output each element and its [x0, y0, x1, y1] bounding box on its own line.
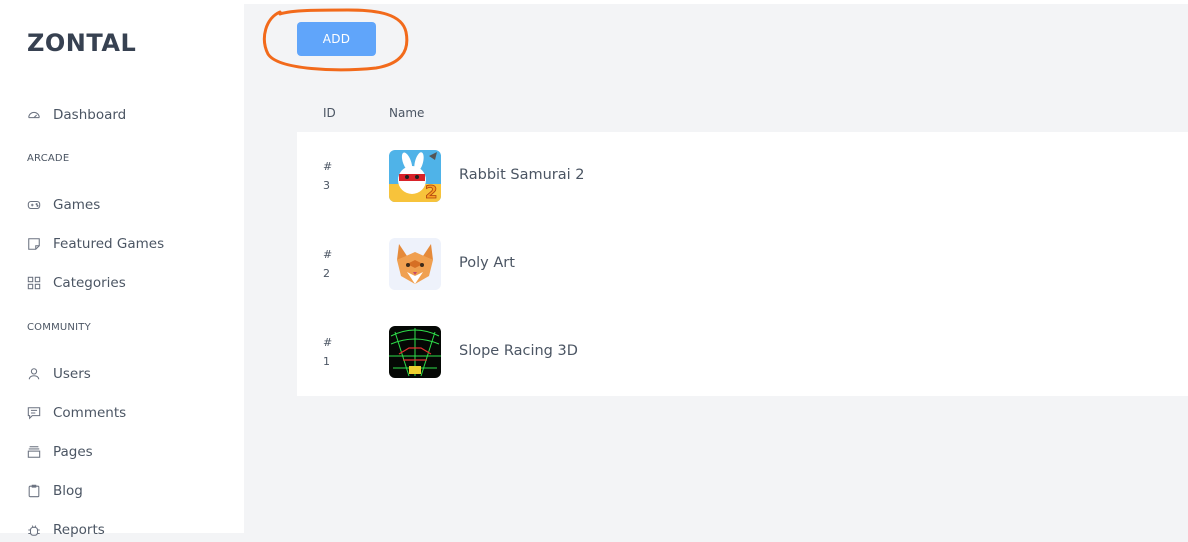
section-heading-arcade: ARCADE	[27, 153, 70, 164]
table-row[interactable]: # 2 Poly Art	[297, 220, 1188, 308]
poly-art-cat-thumbnail[interactable]	[389, 238, 441, 290]
game-name[interactable]: Poly Art	[459, 255, 515, 271]
row-id: 2	[323, 267, 330, 280]
column-header-name[interactable]: Name	[389, 106, 424, 120]
gamepad-icon	[27, 198, 41, 212]
sidebar-item-users[interactable]: Users	[27, 362, 91, 386]
svg-text:2: 2	[425, 182, 438, 202]
sidebar-item-label: Reports	[53, 522, 105, 538]
grid-icon	[27, 276, 41, 290]
sidebar-item-label: Featured Games	[53, 236, 165, 252]
sidebar-item-games[interactable]: Games	[27, 193, 100, 217]
bug-icon	[27, 523, 41, 537]
section-heading-community: COMMUNITY	[27, 322, 91, 333]
sidebar-item-label: Pages	[53, 444, 93, 460]
comment-icon	[27, 406, 41, 420]
sidebar-item-reports[interactable]: Reports	[27, 518, 105, 542]
table-row[interactable]: # 3 2 Rabbit Samurai 2	[297, 132, 1188, 220]
sidebar-item-label: Blog	[53, 483, 83, 499]
games-table: # 3 2 Rabbit Samurai 2 # 2 Poly Art # 1 …	[297, 132, 1188, 396]
sidebar-item-label: Comments	[53, 405, 127, 421]
game-name[interactable]: Rabbit Samurai 2	[459, 167, 585, 183]
row-id-prefix: #	[323, 336, 333, 349]
game-name[interactable]: Slope Racing 3D	[459, 343, 578, 359]
dashboard-icon	[27, 108, 41, 122]
rabbit-samurai-thumbnail[interactable]: 2	[389, 150, 441, 202]
row-id: 1	[323, 355, 330, 368]
sticky-note-icon	[27, 237, 41, 251]
sidebar-item-blog[interactable]: Blog	[27, 479, 83, 503]
sidebar-item-featured-games[interactable]: Featured Games	[27, 232, 164, 256]
slope-racing-thumbnail[interactable]	[389, 326, 441, 378]
column-header-id[interactable]: ID	[323, 106, 336, 120]
add-button[interactable]: ADD	[297, 22, 376, 56]
pages-stack-icon	[27, 445, 41, 459]
table-row[interactable]: # 1 Slope Racing 3D	[297, 308, 1188, 396]
row-id-prefix: #	[323, 160, 333, 173]
sidebar-item-comments[interactable]: Comments	[27, 401, 126, 425]
sidebar-item-label: Users	[53, 366, 91, 382]
row-id-prefix: #	[323, 248, 333, 261]
sidebar-item-label: Dashboard	[53, 107, 127, 123]
sidebar-item-pages[interactable]: Pages	[27, 440, 93, 464]
user-icon	[27, 367, 41, 381]
sidebar-item-categories[interactable]: Categories	[27, 271, 126, 295]
clipboard-icon	[27, 484, 41, 498]
sidebar-item-dashboard[interactable]: Dashboard	[27, 103, 126, 127]
sidebar-item-label: Games	[53, 197, 101, 213]
row-id: 3	[323, 179, 330, 192]
sidebar-item-label: Categories	[53, 275, 126, 291]
sidebar: ZONTAL Dashboard ARCADE Games Featured G…	[0, 0, 244, 538]
brand-logo[interactable]: ZONTAL	[27, 29, 136, 57]
